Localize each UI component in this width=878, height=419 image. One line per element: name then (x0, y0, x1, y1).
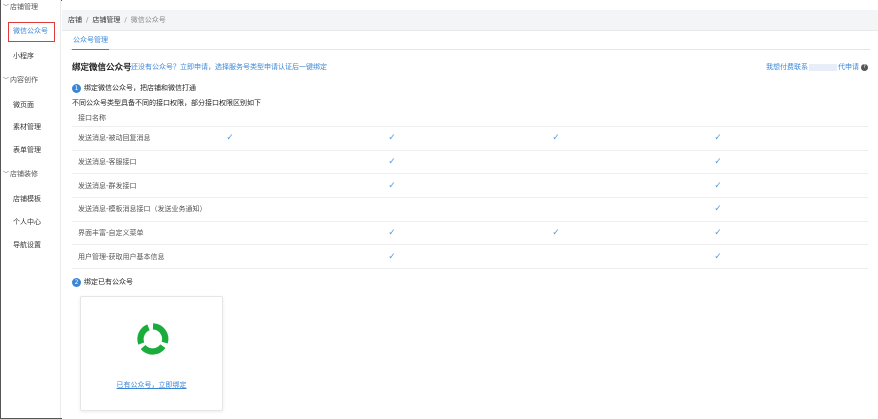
sidebar-item-forms[interactable]: 表单管理 (13, 145, 41, 155)
bind-existing-link[interactable]: 已有公众号，立即绑定 (81, 380, 222, 390)
question-circle-icon[interactable]: ? (861, 63, 868, 71)
sidebar-item-navigation[interactable]: 导航设置 (13, 240, 41, 250)
chevron-down-icon: ﹀ (3, 77, 10, 84)
sidebar-item-micro-page[interactable]: 微页面 (13, 100, 34, 110)
table-row: 发送消息-群发接口 ✓ ✓ (72, 174, 868, 199)
check-icon: ✓ (226, 133, 234, 144)
check-icon: ✓ (714, 228, 722, 239)
sidebar-item-wechat-official[interactable]: 微信公众号 (8, 22, 55, 42)
chevron-down-icon: ﹀ (3, 171, 10, 178)
breadcrumb: 店铺 / 店铺管理 / 微信公众号 (62, 10, 878, 31)
breadcrumb-item-store-management[interactable]: 店铺管理 (92, 16, 120, 24)
step-2-heading: 2 绑定已有公众号 (72, 277, 133, 287)
step-1-heading: 1 绑定微信公众号，把店铺和微信打通 (72, 83, 196, 93)
breadcrumb-item-current: 微信公众号 (130, 16, 166, 24)
check-icon: ✓ (714, 204, 722, 215)
permission-table: 接口名称 发送消息-被动回复消息 ✓ ✓ ✓ ✓ 发送消息-客服接口 ✓ ✓ 发送消息-群发接口… (72, 109, 868, 270)
table-row: 发送消息-模板消息接口（发送业务通知） ✓ (72, 198, 868, 222)
step-number-badge: 2 (72, 277, 81, 287)
interface-name: 用户管理-获取用户基本信息 (78, 252, 165, 261)
wechat-official-account-logo (137, 323, 169, 355)
check-icon: ✓ (388, 157, 396, 168)
breadcrumb-separator: / (86, 16, 89, 24)
interface-name: 发送消息-客服接口 (78, 158, 137, 167)
sidebar-item-templates[interactable]: 店铺模板 (13, 194, 41, 204)
table-row: 用户管理-获取用户基本信息 ✓ ✓ (72, 245, 868, 270)
table-row: 发送消息-被动回复消息 ✓ ✓ ✓ ✓ (72, 127, 868, 151)
table-header-name: 接口名称 (78, 113, 106, 122)
table-row: 界面丰富-自定义菜单 ✓ ✓ ✓ (72, 222, 868, 246)
interface-name: 发送消息-模板消息接口（发送业务通知） (78, 205, 207, 214)
check-icon: ✓ (552, 228, 560, 239)
check-icon: ✓ (388, 133, 396, 144)
redacted-text (809, 63, 837, 71)
interface-name: 界面丰富-自定义菜单 (78, 229, 144, 238)
page-title: 绑定微信公众号 (72, 63, 132, 73)
sidebar-item-materials[interactable]: 素材管理 (13, 122, 41, 132)
interface-name: 发送消息-被动回复消息 (78, 134, 151, 143)
sidebar: ﹀店铺管理 微信公众号 小程序 ﹀内容创作 微页面 素材管理 表单管理 ﹀店铺装… (1, 0, 61, 418)
breadcrumb-item-store[interactable]: 店铺 (68, 16, 82, 24)
apply-tip-link[interactable]: 还没有公众号？立即申请，选择服务号类型申请认证后一键绑定 (131, 62, 327, 72)
check-icon: ✓ (714, 133, 722, 144)
check-icon: ✓ (714, 157, 722, 168)
check-icon: ✓ (388, 251, 396, 262)
paid-service-link[interactable]: 我想付费联系 代申请? (766, 62, 868, 72)
sidebar-item-profile[interactable]: 个人中心 (13, 217, 41, 227)
check-icon: ✓ (714, 180, 722, 191)
interface-name: 发送消息-群发接口 (78, 181, 137, 190)
permission-note: 不同公众号类型具备不同的接口权限，部分接口权限区别如下 (72, 99, 261, 107)
chevron-down-icon: ﹀ (3, 4, 10, 11)
table-header-row: 接口名称 (72, 109, 868, 127)
sidebar-group-content[interactable]: ﹀内容创作 (3, 75, 38, 85)
sidebar-group-store[interactable]: ﹀店铺管理 (3, 2, 38, 12)
table-row: 发送消息-客服接口 ✓ ✓ (72, 151, 868, 175)
check-icon: ✓ (388, 180, 396, 191)
bind-existing-card[interactable]: 已有公众号，立即绑定 (80, 296, 223, 411)
breadcrumb-separator: / (124, 16, 127, 24)
step-number-badge: 1 (72, 83, 81, 93)
check-icon: ✓ (552, 133, 560, 144)
tab-official-account-management[interactable]: 公众号管理 (72, 32, 109, 50)
check-icon: ✓ (388, 228, 396, 239)
sidebar-item-mini-program[interactable]: 小程序 (13, 51, 34, 61)
check-icon: ✓ (714, 251, 722, 262)
sidebar-group-decoration[interactable]: ﹀店铺装修 (3, 169, 38, 179)
top-band (62, 0, 878, 10)
tab-bar: 公众号管理 (70, 32, 870, 50)
